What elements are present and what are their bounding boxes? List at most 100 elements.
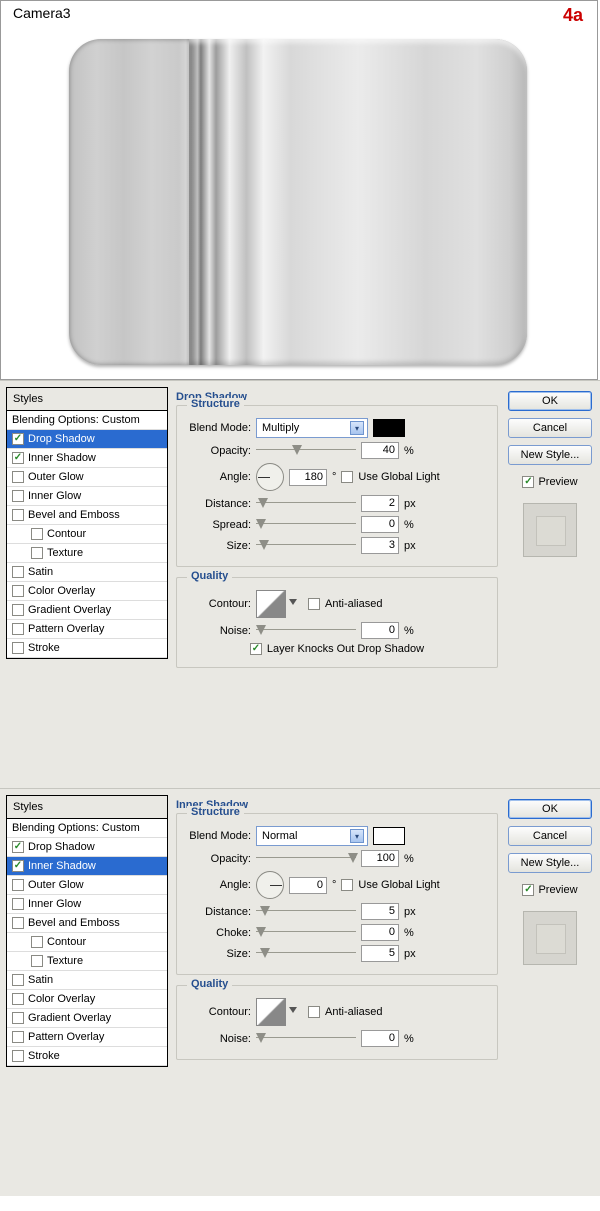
- distance-input[interactable]: 5: [361, 903, 399, 920]
- color-swatch[interactable]: [373, 827, 405, 845]
- blend-mode-dropdown[interactable]: Normal ▾: [256, 826, 368, 846]
- style-item-pattern-overlay[interactable]: Pattern Overlay: [7, 620, 167, 639]
- preview-toggle[interactable]: Preview: [522, 476, 577, 488]
- distance-input[interactable]: 2: [361, 495, 399, 512]
- layer-style-dialog-inner-shadow: Styles Blending Options: Custom Drop Sha…: [0, 788, 600, 1196]
- noise-input[interactable]: 0: [361, 622, 399, 639]
- checkbox-icon[interactable]: [12, 974, 24, 986]
- distance-label: Distance:: [185, 906, 251, 918]
- preview-toggle[interactable]: Preview: [522, 884, 577, 896]
- knocks-out-checkbox[interactable]: [250, 643, 262, 655]
- style-item-stroke[interactable]: Stroke: [7, 1047, 167, 1066]
- style-item-outer-glow[interactable]: Outer Glow: [7, 468, 167, 487]
- checkbox-icon[interactable]: [12, 917, 24, 929]
- checkbox-icon[interactable]: [31, 528, 43, 540]
- blending-options-row[interactable]: Blending Options: Custom: [7, 411, 167, 430]
- checkbox-icon[interactable]: [12, 490, 24, 502]
- style-item-bevel-emboss[interactable]: Bevel and Emboss: [7, 506, 167, 525]
- checkbox-icon[interactable]: [12, 1050, 24, 1062]
- distance-slider[interactable]: [256, 497, 356, 511]
- checkbox-icon[interactable]: [12, 433, 24, 445]
- noise-input[interactable]: 0: [361, 1030, 399, 1047]
- blend-mode-dropdown[interactable]: Multiply ▾: [256, 418, 368, 438]
- anti-aliased-checkbox[interactable]: [308, 598, 320, 610]
- styles-list: Blending Options: Custom Drop Shadow Inn…: [6, 819, 168, 1067]
- checkbox-icon[interactable]: [12, 1031, 24, 1043]
- style-item-contour[interactable]: Contour: [7, 933, 167, 952]
- checkbox-icon[interactable]: [31, 955, 43, 967]
- style-item-contour[interactable]: Contour: [7, 525, 167, 544]
- contour-picker[interactable]: [256, 998, 286, 1026]
- style-item-texture[interactable]: Texture: [7, 952, 167, 971]
- style-item-outer-glow[interactable]: Outer Glow: [7, 876, 167, 895]
- structure-fieldset: Blend Mode: Normal ▾ Opacity: 100 % Angl…: [176, 813, 498, 975]
- style-item-satin[interactable]: Satin: [7, 971, 167, 990]
- new-style-button[interactable]: New Style...: [508, 445, 592, 465]
- checkbox-icon[interactable]: [12, 471, 24, 483]
- angle-input[interactable]: 0: [289, 877, 327, 894]
- style-item-inner-glow[interactable]: Inner Glow: [7, 487, 167, 506]
- size-slider[interactable]: [256, 947, 356, 961]
- checkbox-icon[interactable]: [31, 936, 43, 948]
- choke-slider[interactable]: [256, 926, 356, 940]
- checkbox-icon[interactable]: [12, 1012, 24, 1024]
- global-light-checkbox[interactable]: [341, 471, 353, 483]
- distance-slider[interactable]: [256, 905, 356, 919]
- checkbox-icon[interactable]: [12, 642, 24, 654]
- noise-slider[interactable]: [256, 1032, 356, 1046]
- style-item-inner-shadow[interactable]: Inner Shadow: [7, 857, 167, 876]
- cancel-button[interactable]: Cancel: [508, 826, 592, 846]
- style-item-texture[interactable]: Texture: [7, 544, 167, 563]
- checkbox-icon[interactable]: [12, 841, 24, 853]
- style-item-drop-shadow[interactable]: Drop Shadow: [7, 430, 167, 449]
- checkbox-icon[interactable]: [12, 509, 24, 521]
- ok-button[interactable]: OK: [508, 391, 592, 411]
- settings-column: Drop Shadow Blend Mode: Multiply ▾ Opaci…: [176, 387, 498, 782]
- noise-slider[interactable]: [256, 624, 356, 638]
- style-item-drop-shadow[interactable]: Drop Shadow: [7, 838, 167, 857]
- checkbox-icon[interactable]: [12, 623, 24, 635]
- ok-button[interactable]: OK: [508, 799, 592, 819]
- anti-aliased-checkbox[interactable]: [308, 1006, 320, 1018]
- angle-input[interactable]: 180: [289, 469, 327, 486]
- checkbox-icon[interactable]: [12, 585, 24, 597]
- global-light-checkbox[interactable]: [341, 879, 353, 891]
- style-item-bevel-emboss[interactable]: Bevel and Emboss: [7, 914, 167, 933]
- spread-slider[interactable]: [256, 518, 356, 532]
- cancel-button[interactable]: Cancel: [508, 418, 592, 438]
- color-swatch[interactable]: [373, 419, 405, 437]
- style-item-gradient-overlay[interactable]: Gradient Overlay: [7, 1009, 167, 1028]
- spread-input[interactable]: 0: [361, 516, 399, 533]
- style-item-pattern-overlay[interactable]: Pattern Overlay: [7, 1028, 167, 1047]
- choke-input[interactable]: 0: [361, 924, 399, 941]
- style-item-satin[interactable]: Satin: [7, 563, 167, 582]
- contour-label: Contour:: [185, 598, 251, 610]
- checkbox-icon[interactable]: [12, 566, 24, 578]
- checkbox-icon[interactable]: [12, 860, 24, 872]
- blending-options-row[interactable]: Blending Options: Custom: [7, 819, 167, 838]
- size-slider[interactable]: [256, 539, 356, 553]
- style-item-inner-glow[interactable]: Inner Glow: [7, 895, 167, 914]
- contour-picker[interactable]: [256, 590, 286, 618]
- angle-control[interactable]: [256, 871, 284, 899]
- checkbox-icon[interactable]: [12, 879, 24, 891]
- opacity-input[interactable]: 40: [361, 442, 399, 459]
- style-item-color-overlay[interactable]: Color Overlay: [7, 582, 167, 601]
- angle-control[interactable]: [256, 463, 284, 491]
- checkbox-icon[interactable]: [12, 993, 24, 1005]
- checkbox-icon[interactable]: [12, 452, 24, 464]
- style-item-gradient-overlay[interactable]: Gradient Overlay: [7, 601, 167, 620]
- new-style-button[interactable]: New Style...: [508, 853, 592, 873]
- size-input[interactable]: 3: [361, 537, 399, 554]
- checkbox-icon[interactable]: [12, 604, 24, 616]
- step-badge: 4a: [563, 5, 583, 26]
- style-item-stroke[interactable]: Stroke: [7, 639, 167, 658]
- opacity-input[interactable]: 100: [361, 850, 399, 867]
- checkbox-icon[interactable]: [12, 898, 24, 910]
- style-item-color-overlay[interactable]: Color Overlay: [7, 990, 167, 1009]
- checkbox-icon[interactable]: [31, 547, 43, 559]
- opacity-slider[interactable]: [256, 444, 356, 458]
- opacity-slider[interactable]: [256, 852, 356, 866]
- style-item-inner-shadow[interactable]: Inner Shadow: [7, 449, 167, 468]
- size-input[interactable]: 5: [361, 945, 399, 962]
